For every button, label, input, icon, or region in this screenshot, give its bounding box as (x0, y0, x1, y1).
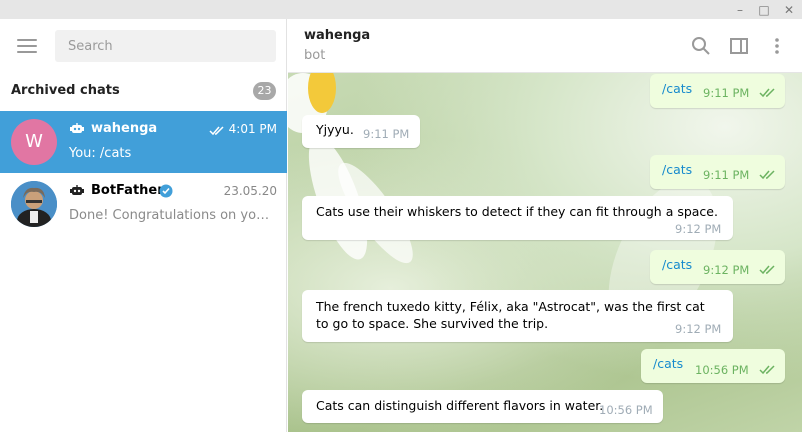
message-text: Yjyyu. (316, 122, 354, 137)
sidebar: Archived chats 23 W wahenga 4:01 PM You:… (0, 19, 287, 432)
verified-icon (159, 184, 173, 198)
message-time: 10:56 PM (599, 403, 653, 417)
message-outgoing[interactable]: /cats 10:56 PM (641, 349, 785, 383)
chat-status: bot (304, 48, 326, 63)
message-time: 9:12 PM (675, 322, 722, 336)
close-button[interactable]: ✕ (776, 0, 802, 19)
archived-chats-title: Archived chats (11, 83, 120, 98)
avatar: W (11, 119, 57, 165)
chat-name: BotFather (91, 183, 164, 198)
maximize-button[interactable]: □ (751, 0, 777, 19)
message-time: 9:12 PM (703, 263, 750, 277)
message-text[interactable]: /cats (662, 162, 692, 177)
chat-item-wahenga[interactable]: W wahenga 4:01 PM You: /cats (0, 111, 287, 173)
message-text: Cats can distinguish different flavors i… (316, 398, 604, 413)
message-text[interactable]: /cats (662, 81, 692, 96)
message-text[interactable]: /cats (662, 257, 692, 272)
double-check-icon (209, 126, 224, 136)
message-incoming[interactable]: The french tuxedo kitty, Félix, aka "Ast… (302, 290, 733, 342)
message-time: 9:11 PM (703, 168, 750, 182)
message-incoming[interactable]: Cats can distinguish different flavors i… (302, 390, 663, 423)
chat-header: wahenga bot (288, 19, 802, 73)
hamburger-menu-icon[interactable] (17, 39, 37, 53)
window-titlebar: – □ ✕ (0, 0, 802, 19)
message-time: 9:11 PM (363, 127, 410, 141)
bot-icon (70, 185, 84, 195)
sidebar-toggle-icon[interactable] (729, 36, 749, 56)
message-text: Cats use their whiskers to detect if the… (316, 204, 718, 219)
minimize-button[interactable]: – (727, 0, 753, 19)
search-input[interactable] (55, 30, 276, 62)
message-time: 9:12 PM (675, 222, 722, 236)
chat-title[interactable]: wahenga (304, 28, 370, 43)
chat-time: 23.05.20 (223, 184, 277, 198)
message-time: 9:11 PM (703, 86, 750, 100)
more-menu-icon[interactable] (767, 36, 787, 56)
chat-item-botfather[interactable]: BotFather 23.05.20 Done! Congratulations… (0, 173, 287, 235)
message-time: 10:56 PM (695, 363, 749, 377)
double-check-icon (759, 170, 775, 180)
chat-preview: You: /cats (69, 146, 132, 161)
search-icon[interactable] (691, 36, 711, 56)
double-check-icon (759, 265, 775, 275)
chat-time: 4:01 PM (228, 122, 277, 136)
bot-icon (70, 123, 84, 133)
message-text[interactable]: /cats (653, 356, 683, 371)
message-outgoing[interactable]: /cats 9:11 PM (650, 155, 785, 189)
message-outgoing[interactable]: /cats 9:11 PM (650, 74, 785, 108)
archived-chats-header[interactable]: Archived chats 23 (0, 79, 287, 103)
chat-name: wahenga (91, 121, 158, 136)
message-text: The french tuxedo kitty, Félix, aka "Ast… (316, 299, 705, 331)
message-outgoing[interactable]: /cats 9:12 PM (650, 250, 785, 284)
wallpaper-flower-center (308, 73, 336, 113)
message-history[interactable]: /cats 9:11 PM Yjyyu. 9:11 PM /cats 9:11 … (288, 73, 802, 432)
chat-preview: Done! Congratulations on your new bot. (69, 208, 275, 223)
double-check-icon (759, 88, 775, 98)
double-check-icon (759, 365, 775, 375)
avatar (11, 181, 57, 227)
archived-count-badge: 23 (253, 82, 276, 100)
message-incoming[interactable]: Cats use their whiskers to detect if the… (302, 196, 733, 240)
message-incoming[interactable]: Yjyyu. 9:11 PM (302, 115, 420, 148)
